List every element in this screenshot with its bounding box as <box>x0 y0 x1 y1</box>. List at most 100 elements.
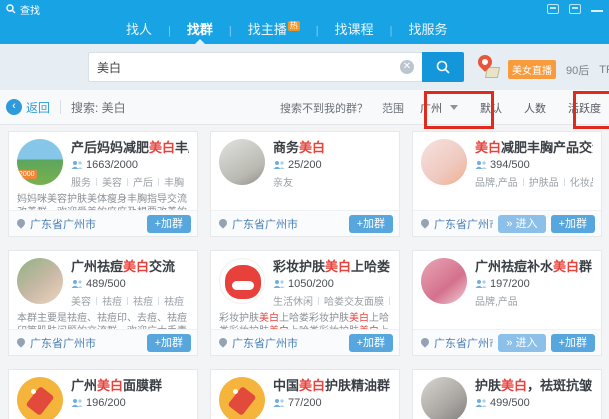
group-card[interactable]: 2000 产后妈妈减肥美白丰胸 1663/2000 服务美容产后丰胸面膜… 妈妈… <box>8 131 198 237</box>
tag-list: 美容祛痘祛痘祛痘祛痘… <box>71 293 189 308</box>
tab-find-streamer[interactable]: 找主播热 <box>240 18 308 44</box>
sort-default[interactable]: 默认 <box>480 100 502 116</box>
tab-separator: | <box>382 25 401 37</box>
tab-find-streamer-label: 找主播 <box>248 22 287 37</box>
scope-dropdown[interactable]: 广州 <box>414 97 464 119</box>
back-label: 返回 <box>26 99 50 116</box>
group-title: 商务美白 <box>273 139 391 156</box>
group-card[interactable]: 中国美白护肤精油群 77/200 » 进入 +加群 <box>210 369 400 419</box>
join-group-button[interactable]: +加群 <box>349 334 393 352</box>
card-top: 广州祛痘美白交流 489/500 美容祛痘祛痘祛痘祛痘… <box>9 251 197 308</box>
filter-bar: ‹ 返回 搜索: 美白 搜索不到我的群？ 范围 广州 默认 人数 活跃度 <box>0 90 609 125</box>
minimize-button[interactable] <box>591 4 603 14</box>
filter-options: 搜索不到我的群？ 范围 广州 默认 人数 活跃度 <box>280 90 609 125</box>
search-input[interactable] <box>89 60 400 74</box>
group-tag: 祛痘 <box>164 293 189 308</box>
location-text: 广东省广州市 <box>232 335 298 351</box>
group-results-grid: 2000 产后妈妈减肥美白丰胸 1663/2000 服务美容产后丰胸面膜… 妈妈… <box>0 125 609 419</box>
tab-separator: | <box>160 25 179 37</box>
members-icon <box>273 398 285 408</box>
text-part: 减肥丰胸产品交流 <box>501 140 593 155</box>
text-part: 护肤 <box>475 378 501 393</box>
group-tag: 哈娄交友面膜 <box>324 293 391 308</box>
group-title: 彩妆护肤美白上哈娄 <box>273 258 391 275</box>
group-card[interactable]: 美白减肥丰胸产品交流 394/500 品牌,产品护肤品化妆品香水… 广东省广州市… <box>412 131 602 237</box>
group-card[interactable]: 护肤美白，祛斑抗皱 499/500 » 进入 +加群 <box>412 369 602 419</box>
join-group-button[interactable]: +加群 <box>551 215 595 233</box>
text-part: 商务 <box>273 140 299 155</box>
settings-icon[interactable] <box>569 4 581 14</box>
sort-members[interactable]: 人数 <box>524 100 546 116</box>
group-avatar <box>17 377 63 419</box>
join-group-button[interactable]: +加群 <box>147 334 191 352</box>
card-info: 护肤美白，祛斑抗皱 499/500 <box>475 377 593 419</box>
text-part: 护肤精油群 <box>325 378 390 393</box>
tab-find-group[interactable]: 找群 <box>179 18 221 44</box>
group-avatar <box>421 139 467 185</box>
sort-activity[interactable]: 活跃度 <box>568 100 601 116</box>
hot-word[interactable]: TFBOYS <box>599 64 609 76</box>
group-title: 产后妈妈减肥美白丰胸 <box>71 139 189 156</box>
enter-group-button[interactable]: » 进入 <box>498 334 545 352</box>
text-part: 上哈娄彩妆护肤 <box>279 313 349 324</box>
group-avatar: 2000 <box>17 139 63 185</box>
location-text: 广东省广州市 <box>434 335 493 351</box>
card-footer: 广东省广州市 » 进入 +加群 <box>211 329 399 355</box>
tab-find-service[interactable]: 找服务 <box>401 18 456 44</box>
text-part: 妈妈咪美容护肤美体瘦身丰胸指导交流改善群，欢迎爱美的麻麻及想要改善的肌肤问的进群… <box>17 194 187 210</box>
card-top: 护肤美白，祛斑抗皱 499/500 <box>413 370 601 419</box>
member-count-row: 394/500 <box>475 159 593 171</box>
location-pin-icon <box>15 217 26 228</box>
join-group-button[interactable]: +加群 <box>147 215 191 233</box>
location-row: 广东省广州市 <box>419 216 493 232</box>
highlighted-keyword: 美白 <box>259 313 279 324</box>
text-part: 彩妆护肤 <box>273 259 325 274</box>
search-button[interactable] <box>422 52 464 82</box>
location-pin-icon <box>419 217 430 228</box>
window-title: 查找 <box>20 2 40 17</box>
feedback-icon[interactable] <box>547 4 559 14</box>
group-card[interactable]: 广州美白面膜群 196/200 » 进入 +加群 <box>8 369 198 419</box>
members-icon <box>273 279 285 289</box>
map-pin-icon[interactable] <box>478 55 500 81</box>
scope-label: 范围 <box>382 100 404 116</box>
location-pin-icon <box>15 336 26 347</box>
scope-value: 广州 <box>420 100 442 116</box>
highlighted-keyword: 美白 <box>501 378 527 393</box>
group-tag: 生活休闲 <box>273 293 324 308</box>
search-area: ✕ 美女直播 90后 TFBOYS <box>0 44 609 90</box>
group-card[interactable]: 彩妆护肤美白上哈娄 1050/200 生活休闲哈娄交友面膜哈娄星… 彩妆护肤美白… <box>210 250 400 356</box>
group-description: 彩妆护肤美白上哈娄彩妆护肤美白上哈娄彩妆护肤美白上哈娄彩妆护肤美白上哈娄彩妆护肤… <box>211 308 399 329</box>
enter-group-button[interactable]: » 进入 <box>498 215 545 233</box>
back-button[interactable]: ‹ 返回 <box>6 99 50 116</box>
join-group-button[interactable]: +加群 <box>349 215 393 233</box>
hot-word[interactable]: 90后 <box>566 62 589 78</box>
member-count: 394/500 <box>490 159 530 171</box>
group-card[interactable]: 广州祛痘美白交流 489/500 美容祛痘祛痘祛痘祛痘… 本群主要是祛痘、祛痘印… <box>8 250 198 356</box>
live-badge[interactable]: 美女直播 <box>508 60 556 79</box>
card-info: 广州祛痘补水美白群 197/200 品牌,产品 <box>475 258 593 308</box>
text-part: 广州祛痘补水 <box>475 259 553 274</box>
group-tag: 产后 <box>133 174 164 189</box>
card-info: 彩妆护肤美白上哈娄 1050/200 生活休闲哈娄交友面膜哈娄星… <box>273 258 391 308</box>
members-icon <box>475 398 487 408</box>
location-row: 广东省广州市 <box>419 335 493 351</box>
top-nav: 找人 | 找群 | 找主播热 | 找课程 | 找服务 <box>0 18 609 44</box>
card-footer: 广东省广州市 » 进入 +加群 <box>211 210 399 236</box>
group-description <box>413 189 601 210</box>
group-tag: 品牌,产品 <box>475 174 529 189</box>
card-top: 商务美白 25/200 亲友 <box>211 132 399 189</box>
group-tag: 祛痘 <box>102 293 133 308</box>
cannot-find-group-link[interactable]: 搜索不到我的群？ <box>280 100 368 116</box>
location-text: 广东省广州市 <box>30 335 96 351</box>
text-part: 彩妆护肤 <box>219 313 259 324</box>
clear-icon[interactable]: ✕ <box>400 60 414 74</box>
member-count-row: 1050/200 <box>273 278 391 290</box>
join-group-button[interactable]: +加群 <box>551 334 595 352</box>
group-avatar <box>421 377 467 419</box>
tab-find-people[interactable]: 找人 <box>118 18 160 44</box>
group-card[interactable]: 广州祛痘补水美白群 197/200 品牌,产品 广东省广州市 » 进入 +加群 <box>412 250 602 356</box>
group-card[interactable]: 商务美白 25/200 亲友 广东省广州市 » 进入 +加群 <box>210 131 400 237</box>
app-icon <box>6 4 16 14</box>
tab-find-course[interactable]: 找课程 <box>327 18 382 44</box>
